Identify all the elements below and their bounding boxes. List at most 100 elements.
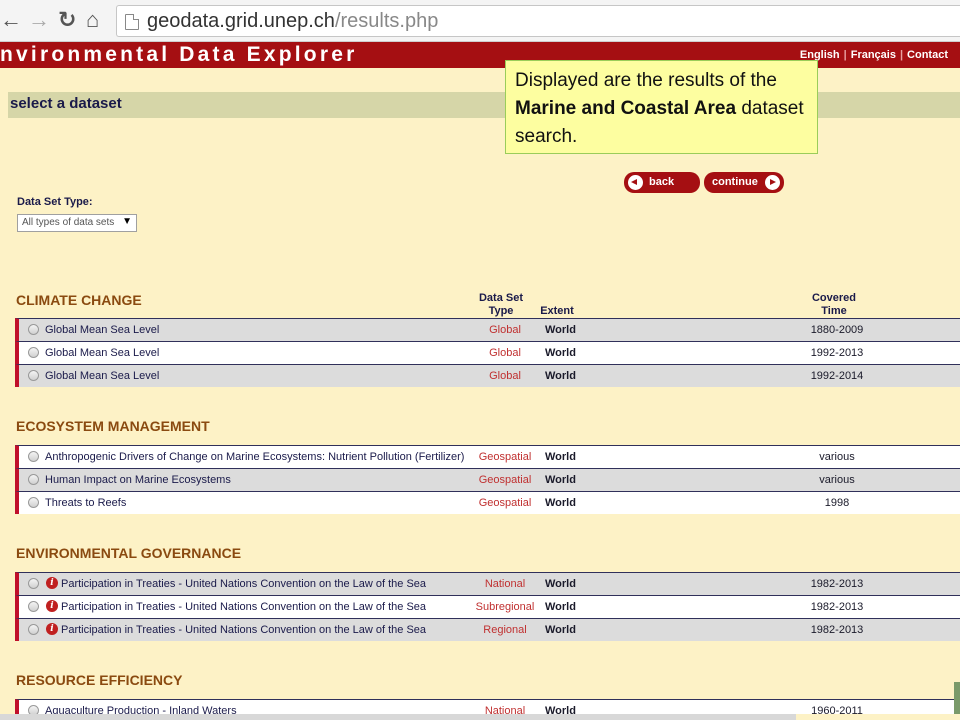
column-header-type: Data Set Type (470, 292, 532, 318)
dataset-type-value: All types of data sets (22, 217, 115, 228)
address-bar[interactable]: geodata.grid.unep.ch/results.php (116, 5, 960, 37)
dropdown-caret-icon: ▼ (122, 216, 132, 227)
category-title: CLIMATE CHANGE (16, 292, 142, 308)
dataset-extent: World (545, 705, 576, 714)
back-arrow-icon[interactable]: ← (0, 8, 22, 32)
info-icon[interactable]: i (46, 623, 58, 635)
info-icon[interactable]: i (46, 577, 58, 589)
radio-button[interactable] (28, 370, 39, 381)
dataset-type: Geospatial (478, 451, 532, 463)
dataset-type: Geospatial (478, 497, 532, 509)
dataset-title: Anthropogenic Drivers of Change on Marin… (45, 451, 465, 463)
dataset-extent: World (545, 624, 576, 636)
radio-button[interactable] (28, 578, 39, 589)
dataset-type: Subregional (475, 601, 535, 613)
radio-button[interactable] (28, 705, 39, 714)
dataset-title: Human Impact on Marine Ecosystems (45, 474, 231, 486)
info-icon[interactable]: i (46, 600, 58, 612)
feedback-tab[interactable] (954, 682, 960, 714)
back-button-label: back (649, 176, 675, 188)
url-host: geodata.grid.unep.ch (147, 10, 335, 32)
dataset-time: 1992-2013 (810, 347, 864, 359)
link-francais[interactable]: Français (847, 49, 900, 61)
dataset-extent: World (545, 370, 576, 382)
dataset-extent: World (545, 601, 576, 613)
dataset-title: Participation in Treaties - United Natio… (61, 624, 427, 636)
dataset-title: Participation in Treaties - United Natio… (61, 578, 427, 590)
dataset-time: 1982-2013 (810, 578, 864, 590)
arrow-left-icon (628, 175, 643, 190)
dataset-time: 1960-2011 (811, 705, 863, 714)
dataset-type: Global (489, 370, 521, 382)
horizontal-scrollbar[interactable] (0, 714, 796, 720)
column-header-time-line1: Covered (811, 292, 857, 304)
section-title: select a dataset (10, 95, 122, 112)
radio-button[interactable] (28, 624, 39, 635)
dataset-time: various (819, 451, 855, 463)
dataset-title: Threats to Reefs (45, 497, 127, 509)
dataset-time: 1992-2014 (810, 370, 864, 382)
browser-toolbar: ← → ↻ ⌂ geodata.grid.unep.ch/results.php (0, 0, 960, 42)
radio-button[interactable] (28, 601, 39, 612)
page-content: nvironmental Data Explorer English | Franç… (0, 42, 960, 720)
radio-button[interactable] (28, 347, 39, 358)
dataset-title: Participation in Treaties - United Natio… (61, 601, 427, 613)
link-contact[interactable]: Contact (903, 49, 952, 61)
dataset-extent: World (545, 497, 576, 509)
annotation-callout: Displayed are the results of the Marine … (505, 60, 818, 154)
table-row[interactable]: i Participation in Treaties - United Nat… (15, 572, 960, 595)
dataset-type: National (484, 578, 526, 590)
category-title: ECOSYSTEM MANAGEMENT (16, 418, 210, 434)
dataset-extent: World (545, 347, 576, 359)
dataset-title: Global Mean Sea Level (45, 347, 160, 359)
category-title: RESOURCE EFFICIENCY (16, 672, 183, 688)
dataset-time: 1880-2009 (810, 324, 864, 336)
continue-button-label: continue (712, 176, 758, 188)
radio-button[interactable] (28, 474, 39, 485)
forward-arrow-icon[interactable]: → (28, 8, 50, 32)
column-header-type-line1: Data Set (478, 292, 524, 304)
dataset-extent: World (545, 578, 576, 590)
dataset-time: 1998 (824, 497, 850, 509)
home-icon[interactable]: ⌂ (86, 8, 99, 32)
back-button[interactable]: back (624, 172, 700, 193)
dataset-type: Global (489, 347, 521, 359)
column-header-time-line2: Time (821, 305, 847, 317)
url-path: /results.php (334, 10, 439, 32)
dataset-title: Global Mean Sea Level (45, 370, 160, 382)
dataset-type: Global (489, 324, 521, 336)
dataset-time: 1982-2013 (810, 601, 864, 613)
radio-button[interactable] (28, 324, 39, 335)
continue-button[interactable]: continue (704, 172, 784, 193)
dataset-type: National (484, 705, 526, 714)
table-row[interactable]: i Participation in Treaties - United Nat… (15, 618, 960, 641)
column-header-type-line2: Type (488, 305, 514, 317)
dataset-title: Global Mean Sea Level (45, 324, 160, 336)
callout-text-pre: Displayed are the results of the (515, 70, 777, 91)
table-row[interactable]: Global Mean Sea Level Global World 1880-… (15, 318, 960, 341)
dataset-type-select[interactable]: All types of data sets ▼ (17, 214, 137, 232)
header-links: English | Français | Contact (796, 49, 952, 61)
reload-icon[interactable]: ↻ (58, 8, 76, 32)
table-row[interactable]: Aquaculture Production - Inland Waters N… (15, 699, 960, 714)
dataset-extent: World (545, 324, 576, 336)
table-row[interactable]: Global Mean Sea Level Global World 1992-… (15, 341, 960, 364)
column-header-time: Covered Time (803, 292, 865, 318)
column-header-extent: Extent (540, 305, 574, 317)
dataset-extent: World (545, 474, 576, 486)
radio-button[interactable] (28, 451, 39, 462)
dataset-extent: World (545, 451, 576, 463)
dataset-title: Aquaculture Production - Inland Waters (45, 705, 237, 714)
table-row[interactable]: Anthropogenic Drivers of Change on Marin… (15, 445, 960, 468)
table-row[interactable]: i Participation in Treaties - United Nat… (15, 595, 960, 618)
callout-text-bold: Marine and Coastal Area (515, 98, 737, 119)
category-title: ENVIRONMENTAL GOVERNANCE (16, 545, 242, 561)
site-title: nvironmental Data Explorer (0, 43, 358, 66)
url-text[interactable]: geodata.grid.unep.ch/results.php (147, 10, 438, 33)
table-row[interactable]: Global Mean Sea Level Global World 1992-… (15, 364, 960, 387)
table-row[interactable]: Human Impact on Marine Ecosystems Geospa… (15, 468, 960, 491)
dataset-type: Geospatial (478, 474, 532, 486)
arrow-right-icon (765, 175, 780, 190)
radio-button[interactable] (28, 497, 39, 508)
table-row[interactable]: Threats to Reefs Geospatial World 1998 (15, 491, 960, 514)
